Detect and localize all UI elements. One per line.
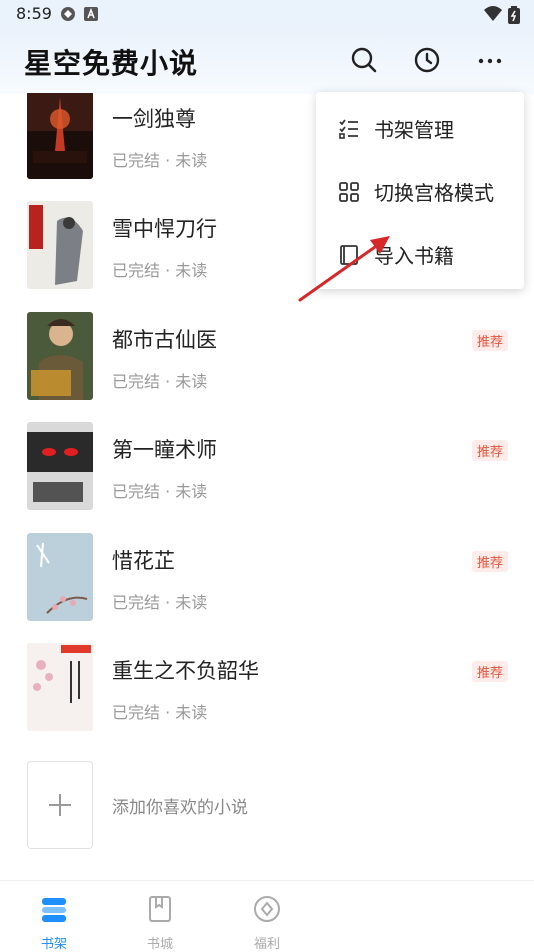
book-status: 已完结 · 未读 [112, 593, 208, 612]
book-title: 第一瞳术师 [112, 438, 217, 462]
book-status: 已完结 · 未读 [112, 151, 208, 170]
notification-icon [60, 6, 76, 26]
history-button[interactable] [409, 42, 445, 78]
annotation-arrow-icon [298, 236, 390, 302]
bottom-tab-bar: 书架 书城 福利 [0, 880, 534, 952]
more-dots-icon [478, 58, 502, 64]
menu-item-grid-mode[interactable]: 切换宫格模式 [316, 161, 524, 221]
book-title: 都市古仙医 [112, 328, 217, 352]
book-item[interactable]: 重生之不负韶华 已完结 · 未读 推荐 [0, 643, 534, 753]
book-cover [27, 422, 93, 510]
tab-label: 书架 [40, 937, 67, 952]
tab-label: 书城 [146, 937, 173, 952]
app-notification-icon [84, 6, 98, 25]
more-button[interactable] [472, 42, 508, 78]
tab-book-store[interactable]: 书城 [130, 889, 190, 952]
book-cover [27, 93, 93, 179]
book-status: 已完结 · 未读 [112, 261, 208, 280]
tab-label: 福利 [253, 937, 280, 952]
recommend-badge: 推荐 [471, 661, 508, 682]
recommend-badge: 推荐 [471, 330, 508, 351]
checklist-icon [339, 119, 358, 139]
book-item[interactable]: 第一瞳术师 已完结 · 未读 推荐 [0, 422, 534, 532]
book-cover [27, 201, 93, 289]
book-title: 重生之不负韶华 [112, 659, 259, 683]
book-status: 已完结 · 未读 [112, 482, 208, 501]
battery-icon [508, 6, 520, 28]
menu-item-label: 书架管理 [374, 118, 454, 142]
book-cover [27, 643, 93, 731]
bookshelf-icon [42, 898, 66, 922]
menu-item-bookshelf-manage[interactable]: 书架管理 [316, 98, 524, 158]
status-bar: 8:59 [0, 0, 534, 28]
wifi-icon [484, 6, 502, 26]
book-title: 惜花芷 [112, 549, 175, 573]
book-title: 一剑独尊 [112, 107, 196, 131]
app-title: 星空免费小说 [24, 47, 199, 80]
clock-icon [414, 47, 440, 73]
search-icon [351, 47, 377, 73]
book-cover [27, 533, 93, 621]
recommend-badge: 推荐 [471, 440, 508, 461]
book-item[interactable]: 都市古仙医 已完结 · 未读 推荐 [0, 312, 534, 422]
tab-bookshelf[interactable]: 书架 [24, 889, 84, 952]
add-book-button[interactable] [27, 761, 93, 849]
grid-icon [339, 182, 359, 202]
book-status: 已完结 · 未读 [112, 372, 208, 391]
book-cover [27, 312, 93, 400]
search-button[interactable] [346, 42, 382, 78]
status-time: 8:59 [16, 4, 52, 23]
book-title: 雪中悍刀行 [112, 217, 217, 241]
menu-item-label: 切换宫格模式 [374, 181, 494, 205]
book-item[interactable]: 惜花芷 已完结 · 未读 推荐 [0, 533, 534, 643]
book-status: 已完结 · 未读 [112, 703, 208, 722]
welfare-icon [254, 896, 280, 922]
book-store-icon [149, 896, 171, 922]
add-book-label[interactable]: 添加你喜欢的小说 [112, 793, 248, 818]
tab-welfare[interactable]: 福利 [237, 889, 297, 952]
recommend-badge: 推荐 [471, 551, 508, 572]
app-header: 星空免费小说 [0, 28, 534, 94]
